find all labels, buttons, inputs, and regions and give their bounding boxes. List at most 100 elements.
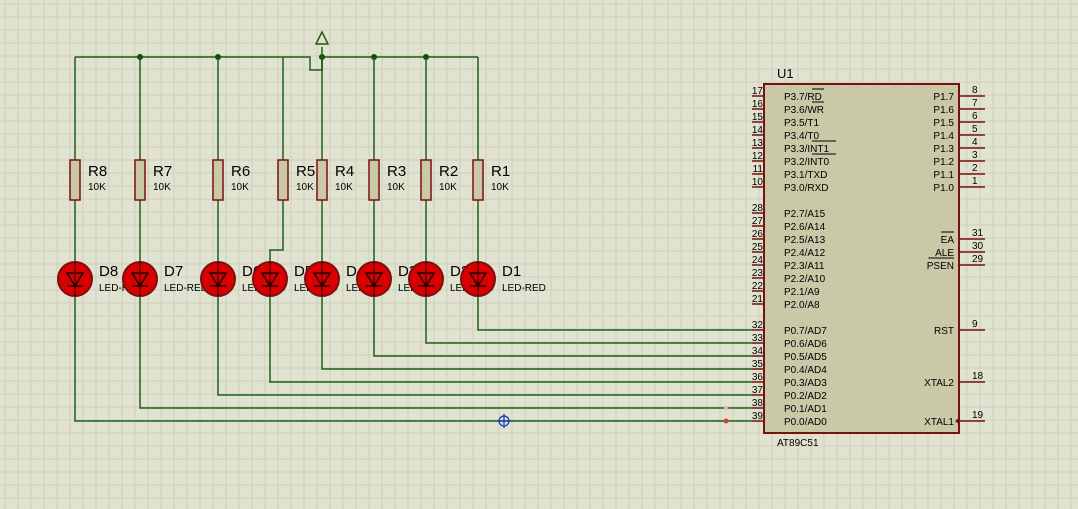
resistor-value: 10K [88,182,106,193]
pin-name: P0.0/AD0 [784,417,827,428]
pin-number: 18 [972,371,984,382]
resistor-label: R2 [439,163,458,180]
resistor-label: R6 [231,163,250,180]
pin-name: P2.5/A13 [784,235,826,246]
wire-port-1 [139,296,752,409]
pin-number: 34 [752,346,764,357]
wire-port-7 [477,296,752,331]
resistor-r7[interactable]: R710K [134,159,172,201]
pin-number: 38 [752,398,764,409]
pin-name: P2.3/A11 [784,261,825,272]
pin-name: P0.7/AD7 [784,326,827,337]
pin-name: ALE [935,248,954,259]
pin-name: P2.2/A10 [784,274,826,285]
led-type: LED-RED [502,283,546,294]
pin-number: 22 [752,281,764,292]
resistor-body [472,159,484,201]
pin-name: P2.4/A12 [784,248,826,259]
power-arrow [314,30,330,45]
pin-number: 28 [752,203,764,214]
resistor-r4[interactable]: R410K [316,159,354,201]
resistor-value: 10K [231,182,249,193]
resistor-r3[interactable]: R310K [368,159,406,201]
led-label: D8 [99,263,118,280]
pin-name: P1.3 [933,144,954,155]
pin-name: P3.6/WR [784,105,824,116]
pin-name: P3.3/INT1 [784,144,829,155]
pin-number: 19 [972,410,984,421]
pin-number: 12 [752,151,764,162]
wire-port-4 [321,296,752,370]
resistor-r1[interactable]: R110K [472,159,510,201]
pin-number: 29 [972,254,984,265]
pin-number: 25 [752,242,764,253]
resistor-label: R3 [387,163,406,180]
pin-number: 13 [752,138,764,149]
resistor-r2[interactable]: R210K [420,159,458,201]
resistor-body [277,159,289,201]
resistor-label: R5 [296,163,315,180]
pin-name: P3.5/T1 [784,118,819,129]
pin-number: 26 [752,229,764,240]
pin-name: P1.6 [933,105,954,116]
pin-name: P0.5/AD5 [784,352,827,363]
pin-number: 39 [752,411,764,422]
pin-name: P2.1/A9 [784,287,820,298]
pin-marker-dot [723,418,729,424]
pin-name: P0.1/AD1 [784,404,827,415]
pin-name: PSEN [927,261,954,272]
wire-port-0 [74,296,752,422]
pin-number: 21 [752,294,764,305]
pin-number: 33 [752,333,764,344]
pin-name: XTAL2 [924,378,954,389]
resistor-body [368,159,380,201]
pin-name: P1.0 [933,183,954,194]
pin-number: 23 [752,268,764,279]
parts: R810KR710KR610KR510KR410KR310KR210KR110K… [57,30,729,424]
pin-name: P0.2/AD2 [784,391,827,402]
pin-number: 8 [972,85,978,96]
pin-name: XTAL1 [924,417,954,428]
led-d7[interactable]: D7LED-RED [122,261,208,297]
pin-name: P2.6/A14 [784,222,826,233]
resistor-label: R4 [335,163,354,180]
wire-r5-led [269,200,284,262]
mcu-reference: U1 [777,66,794,81]
power-terminal-icon [314,30,330,70]
pin-name: P1.1 [933,170,954,181]
pin-name: P1.2 [933,157,954,168]
resistor-label: R7 [153,163,172,180]
resistor-value: 10K [491,182,509,193]
resistor-value: 10K [296,182,314,193]
led-label: D1 [502,263,521,280]
pin-number: 31 [972,228,984,239]
pin-number: 16 [752,99,764,110]
resistor-r5[interactable]: R510K [277,159,315,201]
pin-name: P1.7 [933,92,954,103]
pin-number: 14 [752,125,764,136]
resistor-body [212,159,224,201]
resistor-label: R1 [491,163,510,180]
pin-number: 11 [753,164,764,175]
resistor-body [134,159,146,201]
pin-name: P3.0/RXD [784,183,828,194]
pin-number: 27 [752,216,764,227]
pin-name: P0.3/AD3 [784,378,827,389]
pin-number: 10 [752,177,764,188]
pin-name: P0.4/AD4 [784,365,827,376]
led-d1[interactable]: D1 LED-RED [460,261,546,297]
microcontroller-u1[interactable]: 17P3.7/RD16P3.6/WR15P3.5/T114P3.4/T013P3… [752,66,985,449]
resistor-r6[interactable]: R610K [212,159,250,201]
pin-number: 6 [972,111,978,122]
resistor-r8[interactable]: R810K [69,159,107,201]
pin-number: 7 [972,98,978,109]
schematic-canvas[interactable]: R810KR710KR610KR510KR410KR310KR210KR110K… [0,0,1078,509]
pin-number: 17 [752,86,764,97]
mcu-part-name: AT89C51 [777,438,819,449]
pin-number: 15 [752,112,764,123]
pin-number: 3 [972,150,978,161]
pin-number: 35 [752,359,764,370]
resistor-value: 10K [153,182,171,193]
wire-port-5 [373,296,752,357]
pin-number: 4 [972,137,978,148]
